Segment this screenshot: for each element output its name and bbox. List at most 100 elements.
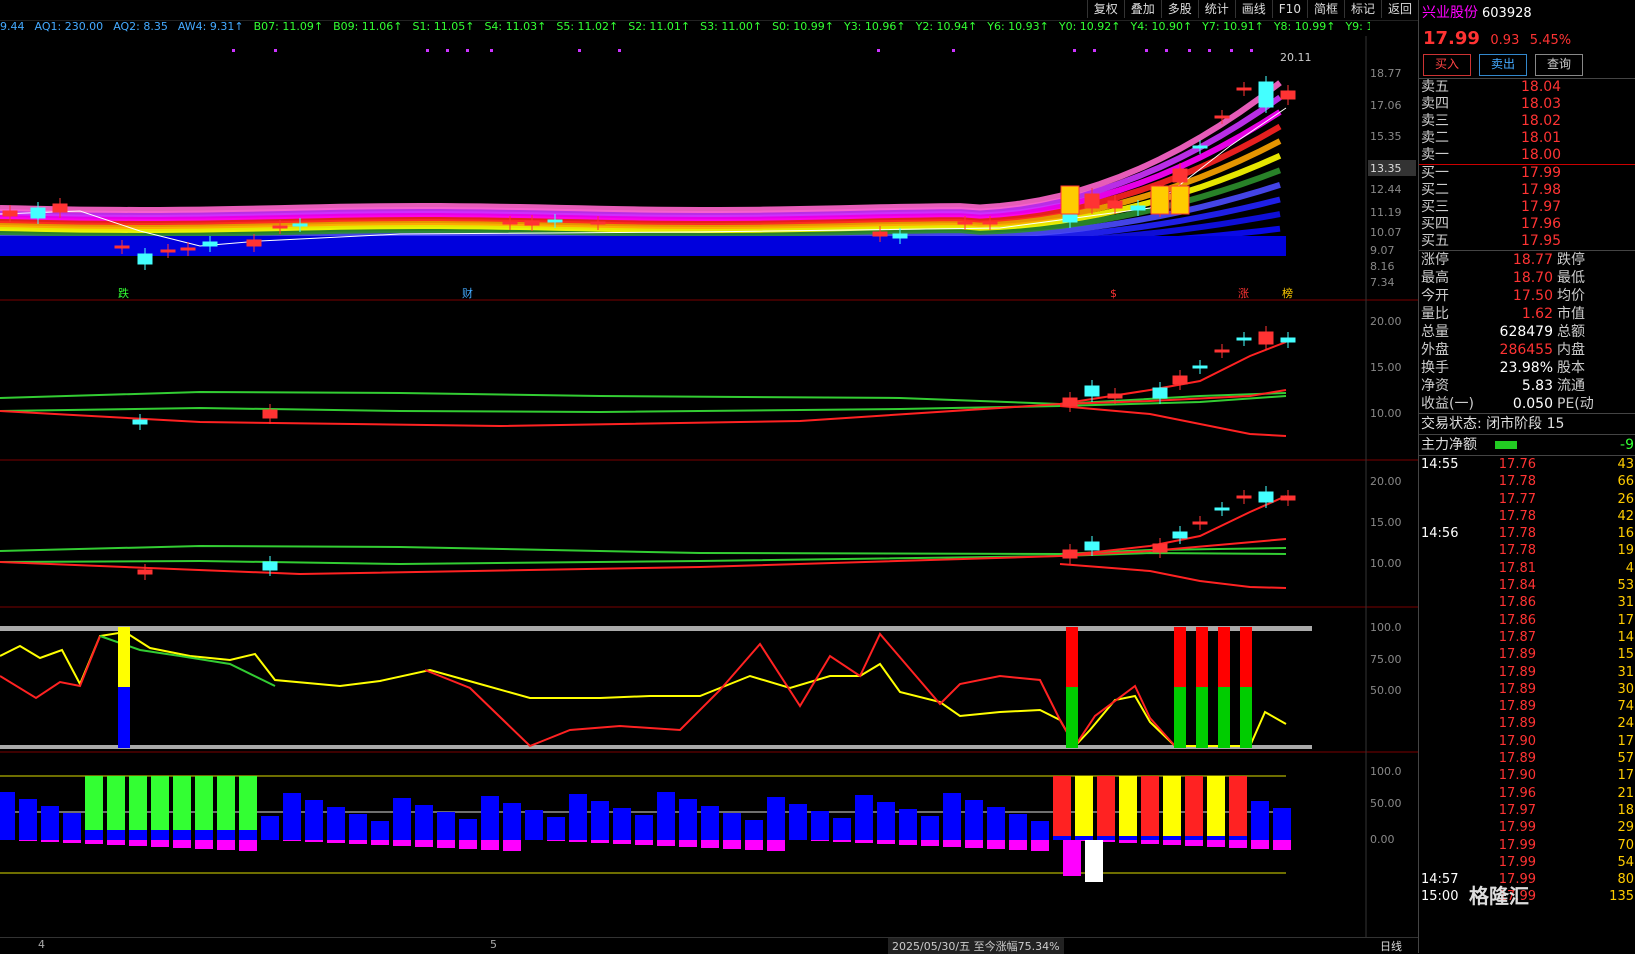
hist-green bbox=[129, 776, 147, 830]
query-button[interactable]: 查询 bbox=[1535, 54, 1583, 76]
tick-price: 17.97 bbox=[1498, 802, 1536, 818]
book-row: 卖二 18.01 bbox=[1419, 130, 1635, 147]
toolbar-btn-3[interactable]: 统计 bbox=[1197, 0, 1235, 18]
hist-highlight bbox=[1163, 776, 1181, 836]
trade-status: 交易状态: 闭市阶段 15 bbox=[1419, 413, 1635, 434]
hist-neg bbox=[767, 840, 785, 851]
book-label: 买四 bbox=[1421, 216, 1449, 232]
tick-row: 17.89 31 bbox=[1419, 664, 1635, 681]
book-row: 买四 17.96 bbox=[1419, 216, 1635, 233]
hist-bar bbox=[811, 811, 829, 840]
osc-bar-bottom bbox=[1218, 687, 1230, 748]
osc-bar-top bbox=[118, 627, 130, 687]
indicator-value: S3: 11.00↑ bbox=[700, 20, 763, 33]
osc-yellow bbox=[0, 630, 1287, 748]
candle bbox=[272, 225, 288, 229]
tick-time bbox=[1419, 681, 1481, 698]
kline-chart[interactable]: 18.77 17.06 15.35 12.44 11.19 10.07 9.07 8.16 7.… bbox=[0, 36, 1418, 937]
hist-neg bbox=[1031, 840, 1049, 851]
candle bbox=[1214, 115, 1230, 119]
hist-neg bbox=[217, 840, 235, 850]
book-price: 17.95 bbox=[1521, 233, 1562, 249]
toolbar-btn-0[interactable]: 复权 bbox=[1086, 0, 1124, 18]
tick-time: 14:56 bbox=[1421, 526, 1459, 542]
indicator-value: S1: 11.05↑ bbox=[412, 20, 475, 33]
hist-green bbox=[195, 776, 213, 830]
hist-neg bbox=[173, 840, 191, 848]
hist-bar bbox=[305, 800, 323, 840]
tick-volume: 19 bbox=[1617, 543, 1634, 559]
book-row: 买三 17.97 bbox=[1419, 199, 1635, 216]
hist-neg bbox=[679, 840, 697, 847]
period-selector[interactable]: 日线 bbox=[1380, 938, 1402, 954]
tick-time bbox=[1419, 594, 1481, 611]
chart-area[interactable]: 18.77 17.06 15.35 12.44 11.19 10.07 9.07 8.16 7.… bbox=[0, 36, 1418, 953]
toolbar-btn-7[interactable]: 标记 bbox=[1343, 0, 1381, 18]
axis-label: 100.0 bbox=[1370, 621, 1402, 634]
stat-key: 收益(一) bbox=[1421, 396, 1474, 412]
signal-dot bbox=[1250, 49, 1253, 52]
candle bbox=[1152, 543, 1168, 553]
candle bbox=[262, 409, 278, 419]
toolbar-btn-8[interactable]: 返回 bbox=[1380, 0, 1418, 18]
candle bbox=[137, 569, 153, 575]
time-axis: 4 5 2025/05/30/五 至今涨幅75.34% 日线 bbox=[0, 937, 1418, 954]
tick-price: 17.99 bbox=[1498, 837, 1536, 853]
hist-bar bbox=[635, 815, 653, 840]
osc-bar-top bbox=[1066, 627, 1078, 687]
main-flow-row: 主力净额 -9 bbox=[1419, 434, 1635, 455]
quote-panel: 兴业股份 603928 17.99 0.93 5.45% 买入 卖出 查询 卖五 1… bbox=[1418, 0, 1635, 953]
tick-row: 17.78 42 bbox=[1419, 508, 1635, 525]
signal-dot bbox=[1188, 49, 1191, 52]
sell-button[interactable]: 卖出 bbox=[1479, 54, 1527, 76]
stat-key2: 均价 bbox=[1557, 288, 1585, 304]
signal-dot bbox=[877, 49, 880, 52]
hist-neg bbox=[855, 840, 873, 843]
candle bbox=[1172, 375, 1188, 385]
buy-button[interactable]: 买入 bbox=[1423, 54, 1471, 76]
osc-bar-top bbox=[1218, 627, 1230, 687]
tick-time bbox=[1419, 837, 1481, 854]
indicator-value: Y8: 10.99↑ bbox=[1273, 20, 1336, 33]
hist-bar bbox=[877, 802, 895, 840]
hist-highlight bbox=[1207, 776, 1225, 836]
toolbar-btn-5[interactable]: F10 bbox=[1271, 0, 1307, 18]
signal-dot bbox=[1145, 49, 1148, 52]
tick-row: 17.89 57 bbox=[1419, 750, 1635, 767]
book-price: 18.04 bbox=[1521, 79, 1562, 95]
indicator-value: B09: 11.06↑ bbox=[333, 20, 403, 33]
indicator-value: B07: 11.09↑ bbox=[253, 20, 324, 33]
candle bbox=[1280, 90, 1296, 100]
tick-row: 17.86 31 bbox=[1419, 594, 1635, 611]
axis-label: 7.34 bbox=[1370, 276, 1395, 289]
tick-price: 17.96 bbox=[1498, 785, 1536, 801]
tick-volume: 14 bbox=[1617, 629, 1634, 645]
toolbar-btn-6[interactable]: 简框 bbox=[1306, 0, 1344, 18]
book-row: 卖四 18.03 bbox=[1419, 96, 1635, 113]
toolbar-btn-1[interactable]: 叠加 bbox=[1123, 0, 1161, 18]
hist-neg bbox=[745, 840, 763, 850]
candle bbox=[246, 239, 262, 247]
candle bbox=[1130, 205, 1146, 211]
hist-bar bbox=[613, 808, 631, 840]
stat-row: 净资 5.83 流通 bbox=[1419, 377, 1635, 395]
candle bbox=[202, 241, 218, 247]
axis-label: 20.00 bbox=[1370, 475, 1402, 488]
watermark: 格隆汇 bbox=[1469, 884, 1529, 908]
hist-neg bbox=[481, 840, 499, 850]
tick-time bbox=[1419, 629, 1481, 646]
hist-neg bbox=[19, 840, 37, 841]
axis-label: 75.00 bbox=[1370, 653, 1402, 666]
toolbar-btn-2[interactable]: 多股 bbox=[1160, 0, 1198, 18]
hist-neg bbox=[283, 840, 301, 841]
hist-neg bbox=[1251, 840, 1269, 849]
tick-price: 17.99 bbox=[1498, 854, 1536, 870]
hist-green bbox=[85, 776, 103, 830]
candle bbox=[1107, 393, 1123, 399]
hist-neg bbox=[547, 840, 565, 841]
hist-neg bbox=[129, 840, 147, 846]
signal-dot bbox=[1073, 49, 1076, 52]
hist-neg bbox=[349, 840, 367, 844]
tick-time bbox=[1419, 473, 1481, 490]
toolbar-btn-4[interactable]: 画线 bbox=[1234, 0, 1272, 18]
